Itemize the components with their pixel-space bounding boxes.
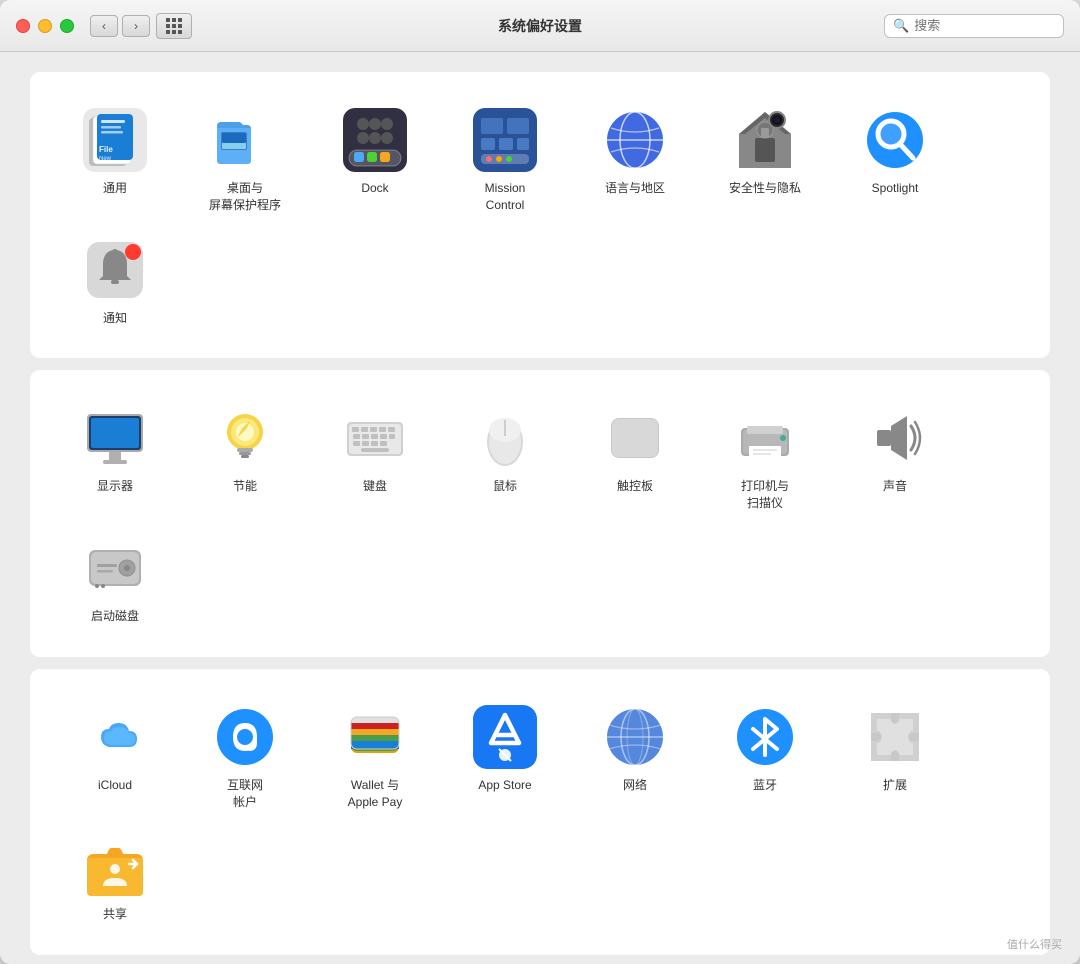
notification-icon — [83, 238, 147, 302]
dock-label: Dock — [361, 180, 388, 197]
sound-icon — [863, 406, 927, 470]
section2-grid: 显示器 — [50, 394, 1030, 636]
pref-notification[interactable]: 通知 — [50, 226, 180, 339]
startup-label: 启动磁盘 — [91, 608, 139, 625]
network-label: 网络 — [623, 777, 647, 794]
bluetooth-label: 蓝牙 — [753, 777, 777, 794]
titlebar: ‹ › 系统偏好设置 🔍 — [0, 0, 1080, 52]
forward-button[interactable]: › — [122, 15, 150, 37]
desktop-label: 桌面与屏幕保护程序 — [209, 180, 281, 214]
pref-security[interactable]: 安全性与隐私 — [700, 96, 830, 226]
section1-grid: File New 通用 — [50, 96, 1030, 338]
section-personal: File New 通用 — [30, 72, 1050, 358]
trackpad-icon — [603, 406, 667, 470]
pref-sound[interactable]: 声音 — [830, 394, 960, 524]
sound-label: 声音 — [883, 478, 907, 495]
security-label: 安全性与隐私 — [729, 180, 801, 197]
pref-general[interactable]: File New 通用 — [50, 96, 180, 226]
pref-wallet[interactable]: Wallet 与Apple Pay — [310, 693, 440, 823]
pref-extensions[interactable]: 扩展 — [830, 693, 960, 823]
display-label: 显示器 — [97, 478, 133, 495]
general-icon: File New — [83, 108, 147, 172]
mission-icon — [473, 108, 537, 172]
energy-icon — [213, 406, 277, 470]
keyboard-icon — [343, 406, 407, 470]
internet-label: 互联网帐户 — [227, 777, 263, 811]
content-area: File New 通用 — [0, 52, 1080, 964]
watermark: 值什么得买 — [1007, 936, 1062, 952]
grid-view-button[interactable] — [156, 13, 192, 39]
svg-text:File: File — [99, 145, 113, 154]
dock-icon — [343, 108, 407, 172]
extensions-icon — [863, 705, 927, 769]
bluetooth-icon — [733, 705, 797, 769]
traffic-lights — [16, 19, 74, 33]
internet-icon — [213, 705, 277, 769]
pref-spotlight[interactable]: Spotlight — [830, 96, 960, 226]
pref-trackpad[interactable]: 触控板 — [570, 394, 700, 524]
minimize-button[interactable] — [38, 19, 52, 33]
display-icon — [83, 406, 147, 470]
icloud-icon — [83, 705, 147, 769]
pref-appstore[interactable]: App Store — [440, 693, 570, 823]
section-internet: iCloud 互联网帐户 — [30, 669, 1050, 955]
maximize-button[interactable] — [60, 19, 74, 33]
close-button[interactable] — [16, 19, 30, 33]
section-hardware: 显示器 — [30, 370, 1050, 656]
energy-label: 节能 — [233, 478, 257, 495]
language-icon — [603, 108, 667, 172]
extensions-label: 扩展 — [883, 777, 907, 794]
search-input[interactable] — [914, 18, 1055, 33]
pref-startup[interactable]: 启动磁盘 — [50, 524, 180, 637]
pref-keyboard[interactable]: 键盘 — [310, 394, 440, 524]
search-icon: 🔍 — [893, 18, 909, 34]
wallet-label: Wallet 与Apple Pay — [348, 777, 403, 811]
system-preferences-window: ‹ › 系统偏好设置 🔍 — [0, 0, 1080, 964]
trackpad-label: 触控板 — [617, 478, 653, 495]
spotlight-icon — [863, 108, 927, 172]
sharing-label: 共享 — [103, 906, 127, 923]
sharing-icon — [83, 834, 147, 898]
keyboard-label: 键盘 — [363, 478, 387, 495]
mouse-label: 鼠标 — [493, 478, 517, 495]
appstore-label: App Store — [478, 777, 531, 794]
pref-mouse[interactable]: 鼠标 — [440, 394, 570, 524]
appstore-icon — [473, 705, 537, 769]
pref-icloud[interactable]: iCloud — [50, 693, 180, 823]
spotlight-label: Spotlight — [872, 180, 919, 197]
pref-printer[interactable]: 打印机与扫描仪 — [700, 394, 830, 524]
pref-bluetooth[interactable]: 蓝牙 — [700, 693, 830, 823]
pref-internet[interactable]: 互联网帐户 — [180, 693, 310, 823]
wallet-icon — [343, 705, 407, 769]
pref-mission[interactable]: MissionControl — [440, 96, 570, 226]
network-icon — [603, 705, 667, 769]
pref-desktop[interactable]: 桌面与屏幕保护程序 — [180, 96, 310, 226]
mouse-icon — [473, 406, 537, 470]
security-icon — [733, 108, 797, 172]
svg-text:New: New — [99, 156, 112, 162]
startup-icon — [83, 536, 147, 600]
general-label: 通用 — [103, 180, 127, 197]
search-box[interactable]: 🔍 — [884, 14, 1064, 38]
section3-grid: iCloud 互联网帐户 — [50, 693, 1030, 935]
printer-label: 打印机与扫描仪 — [741, 478, 789, 512]
notification-label: 通知 — [103, 310, 127, 327]
language-label: 语言与地区 — [605, 180, 665, 197]
back-button[interactable]: ‹ — [90, 15, 118, 37]
window-title: 系统偏好设置 — [498, 16, 582, 36]
pref-language[interactable]: 语言与地区 — [570, 96, 700, 226]
nav-buttons: ‹ › — [90, 15, 150, 37]
printer-icon — [733, 406, 797, 470]
icloud-label: iCloud — [98, 777, 132, 794]
mission-label: MissionControl — [485, 180, 526, 214]
grid-dots-icon — [166, 18, 182, 34]
pref-network[interactable]: 网络 — [570, 693, 700, 823]
pref-dock[interactable]: Dock — [310, 96, 440, 226]
pref-sharing[interactable]: 共享 — [50, 822, 180, 935]
desktop-icon — [213, 108, 277, 172]
pref-energy[interactable]: 节能 — [180, 394, 310, 524]
pref-display[interactable]: 显示器 — [50, 394, 180, 524]
